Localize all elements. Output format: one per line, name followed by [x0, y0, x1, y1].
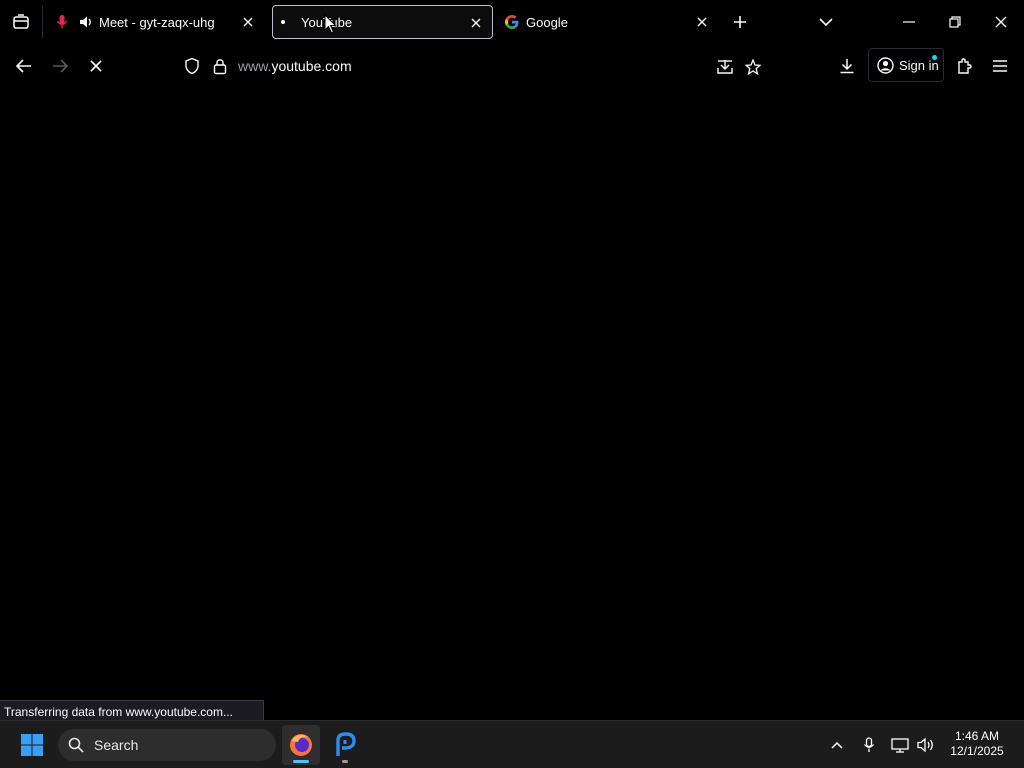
windows-logo-icon: [21, 734, 43, 756]
status-panel: Transferring data from www.youtube.com..…: [0, 700, 264, 721]
firefox-icon: [290, 734, 312, 756]
firefox-view-button[interactable]: [0, 0, 42, 44]
restore-icon: [949, 16, 961, 28]
arrow-left-icon: [16, 59, 31, 73]
clock-date: 12/1/2025: [950, 744, 1004, 758]
show-hidden-icons-button[interactable]: [826, 733, 848, 757]
tracking-protection-shield-icon[interactable]: [184, 57, 200, 75]
search-label: Search: [94, 737, 139, 753]
puzzle-piece-icon: [958, 58, 972, 74]
minimize-button[interactable]: [886, 0, 932, 44]
volume-tray-button[interactable]: [914, 733, 938, 757]
app-p-logo-icon: [336, 732, 356, 756]
loading-indicator-icon: [281, 20, 285, 24]
forward-button[interactable]: [46, 52, 74, 80]
close-icon: [995, 16, 1007, 28]
page-content: [0, 88, 1024, 700]
url-text[interactable]: www.youtube.com: [238, 58, 352, 74]
app-taskbar-button[interactable]: [326, 725, 364, 765]
extensions-button[interactable]: [952, 52, 978, 80]
app-menu-button[interactable]: [986, 52, 1014, 80]
account-icon: [877, 57, 894, 74]
chevron-down-icon: [819, 18, 833, 27]
microphone-tray-button[interactable]: [858, 733, 880, 757]
plus-icon: [734, 16, 746, 28]
stop-button[interactable]: [82, 52, 110, 80]
active-app-indicator: [293, 760, 309, 763]
minimize-icon: [903, 21, 915, 23]
tab-strip: Meet - gyt-zaqx-uhg YouTube Google: [0, 0, 1024, 44]
tab-title: Meet - gyt-zaqx-uhg: [99, 15, 215, 30]
firefox-taskbar-button[interactable]: [282, 725, 320, 765]
open-app-indicator: [342, 760, 348, 763]
speaker-icon: [80, 16, 91, 28]
new-tab-button[interactable]: [728, 10, 752, 34]
back-button[interactable]: [10, 52, 38, 80]
url-domain: youtube.com: [271, 58, 352, 74]
tab-youtube[interactable]: YouTube: [272, 5, 493, 39]
firefox-view-icon: [13, 14, 29, 29]
microphone-muted-icon: [56, 15, 68, 29]
install-app-button[interactable]: [712, 55, 738, 79]
lock-icon[interactable]: [213, 57, 227, 75]
window-close-button[interactable]: [978, 0, 1024, 44]
tab-meet[interactable]: Meet - gyt-zaqx-uhg: [50, 5, 264, 39]
network-icon: [891, 738, 909, 753]
bookmark-star-button[interactable]: [740, 55, 766, 79]
tab-close-button[interactable]: [466, 13, 486, 33]
search-icon: [68, 737, 84, 753]
tab-close-button[interactable]: [238, 12, 258, 32]
navigation-toolbar: www.youtube.com Sign in: [0, 44, 1024, 88]
close-icon: [243, 17, 253, 27]
taskbar-search[interactable]: Search: [58, 729, 276, 761]
google-g-icon: [505, 15, 519, 29]
tab-google[interactable]: Google: [500, 5, 718, 39]
network-tray-button[interactable]: [888, 733, 912, 757]
download-icon: [840, 59, 854, 74]
star-icon: [745, 59, 761, 75]
tab-title: Google: [526, 15, 568, 30]
downloads-button[interactable]: [834, 52, 860, 80]
close-icon: [471, 18, 481, 28]
close-icon: [697, 17, 707, 27]
notification-dot: [932, 55, 937, 60]
microphone-icon: [863, 737, 875, 752]
stop-icon: [90, 60, 102, 72]
sign-in-button[interactable]: Sign in: [868, 48, 944, 82]
tab-separator: [42, 6, 43, 38]
url-bar[interactable]: www.youtube.com: [174, 48, 761, 84]
mouse-cursor-icon: [324, 14, 337, 34]
volume-icon: [917, 737, 933, 753]
sign-in-label: Sign in: [899, 58, 939, 73]
restore-button[interactable]: [932, 0, 978, 44]
install-icon: [717, 60, 733, 74]
hamburger-menu-icon: [993, 60, 1007, 72]
arrow-right-icon: [53, 59, 68, 73]
tab-close-button[interactable]: [692, 12, 712, 32]
clock-time: 1:46 AM: [954, 729, 1000, 743]
chevron-up-icon: [831, 741, 843, 749]
clock[interactable]: 1:46 AM 12/1/2025: [944, 729, 1010, 759]
list-all-tabs-button[interactable]: [814, 10, 838, 34]
url-prefix: www.: [238, 58, 272, 74]
start-button[interactable]: [14, 729, 50, 761]
taskbar: Search 1:46 AM 12/1/2025: [0, 720, 1024, 768]
